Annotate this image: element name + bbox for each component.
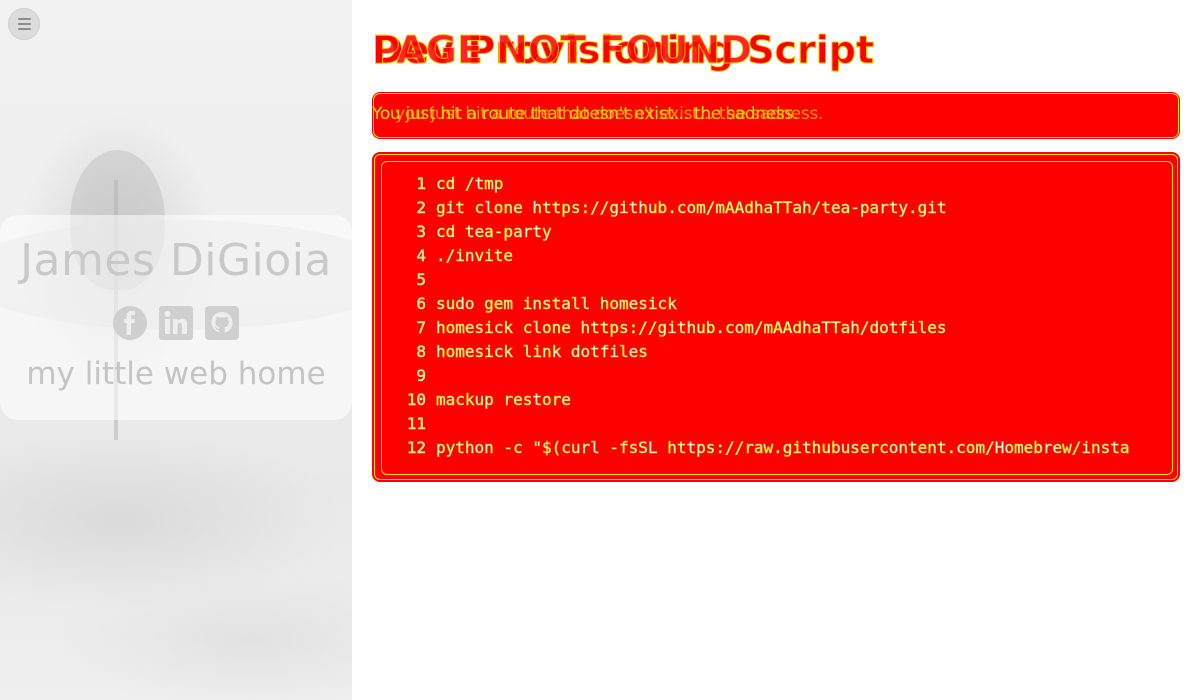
line-number: 8	[416, 342, 426, 362]
menu-bar	[17, 23, 31, 25]
alert-text-overlay: Yo you just hit a route that doesn't exi…	[372, 104, 824, 124]
code-text[interactable]: sudo gem install homesick	[436, 292, 677, 316]
error-alert: You just hit a route that doesn't exist.…	[372, 92, 1180, 139]
code-text[interactable]: mackup restore	[436, 388, 571, 412]
profile-name[interactable]: James DiGioia	[0, 235, 352, 286]
code-line: 7 homesick clone https://github.com/mAAdh…	[382, 316, 947, 340]
code-line: 9	[382, 364, 436, 388]
line-number: 4	[416, 246, 426, 266]
social-links	[0, 304, 352, 342]
code-line: 3 cd tea-party	[382, 220, 552, 244]
tagline: my little web home	[26, 356, 326, 392]
line-number: 10	[406, 390, 426, 410]
line-number: 1	[416, 174, 426, 194]
code-line: 6 sudo gem install homesick	[382, 292, 677, 316]
line-number: 6	[416, 294, 426, 314]
code-text[interactable]: cd /tmp	[436, 172, 504, 196]
github-icon[interactable]	[203, 304, 241, 342]
menu-bar	[17, 28, 31, 30]
sidebar: James DiGioia my little web home	[0, 0, 352, 700]
code-text[interactable]: ./invite	[436, 244, 514, 268]
page-title: Dev Provisioning Script PAGE NOT FOUND	[371, 28, 874, 73]
page: James DiGioia my little web home Dev Pro…	[0, 0, 1200, 700]
line-number: 3	[416, 222, 426, 242]
main-content: Dev Provisioning Script PAGE NOT FOUND Y…	[371, 0, 1180, 700]
line-number: 9	[416, 366, 426, 386]
code-line: 12 python -c "$(curl -fsSL https://raw.gi…	[382, 436, 1130, 460]
code-line: 4 ./invite	[382, 244, 513, 268]
code-text[interactable]: python -c "$(curl -fsSL https://raw.gith…	[436, 436, 1130, 460]
line-number: 11	[406, 414, 426, 434]
line-number: 12	[406, 438, 426, 458]
code-line: 8 homesick link dotfiles	[382, 340, 648, 364]
line-number: 2	[416, 198, 426, 218]
code-line: 10 mackup restore	[382, 388, 571, 412]
code-line: 11	[382, 412, 436, 436]
facebook-icon[interactable]	[111, 304, 149, 342]
profile-card: James DiGioia my little web home	[0, 215, 352, 420]
line-number: 5	[416, 270, 426, 290]
code-block-inner: 1 cd /tmp 2 git clone https://github.com/m…	[381, 161, 1173, 475]
code-text[interactable]: homesick link dotfiles	[436, 340, 649, 364]
menu-bar	[17, 18, 31, 20]
linkedin-icon[interactable]	[157, 304, 195, 342]
code-line: 2 git clone https://github.com/mAAdhaTTah…	[382, 196, 947, 220]
code-line: 5	[382, 268, 436, 292]
code-text[interactable]: git clone https://github.com/mAAdhaTTah/…	[436, 196, 947, 220]
code-block: 1 cd /tmp 2 git clone https://github.com/m…	[372, 152, 1180, 482]
page-title-overlay: PAGE NOT FOUND	[372, 28, 753, 73]
code-text[interactable]: cd tea-party	[436, 220, 552, 244]
line-number: 7	[416, 318, 426, 338]
hamburger-menu-icon[interactable]	[8, 8, 40, 40]
code-text[interactable]: homesick clone https://github.com/mAAdha…	[436, 316, 947, 340]
code-line: 1 cd /tmp	[382, 172, 504, 196]
